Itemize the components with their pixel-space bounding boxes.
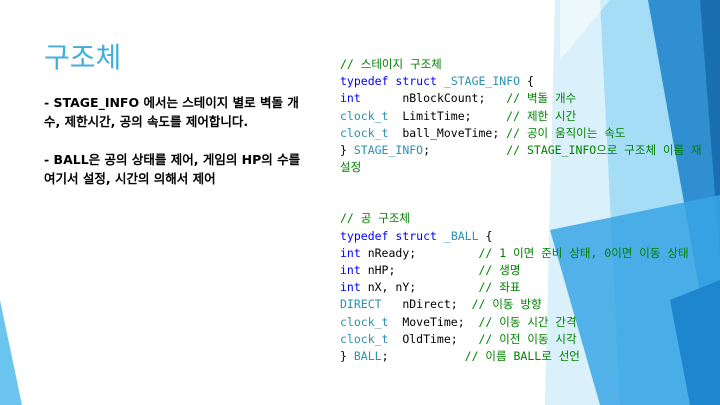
code-gap xyxy=(340,176,712,210)
code-token: _STAGE_INFO xyxy=(443,74,521,89)
code-token: _BALL xyxy=(443,228,479,243)
code-token: // 이동 시간 간격 xyxy=(478,314,577,329)
code-token: // 공 구조체 xyxy=(340,211,411,226)
code-token: // 제한 시간 xyxy=(506,108,577,123)
code-token: { xyxy=(520,74,534,89)
block1-line: } STAGE_INFO; // STAGE_INFO으로 구조체 이름 재설정 xyxy=(340,142,712,176)
code-token: int xyxy=(340,263,361,278)
block2-line: // 공 구조체 xyxy=(340,210,712,227)
code-token: // 공이 움직이는 속도 xyxy=(506,125,626,140)
block1-line: clock_t ball_MoveTime; // 공이 움직이는 속도 xyxy=(340,125,712,142)
code-token: STAGE_INFO xyxy=(353,143,424,158)
code-token: typedef xyxy=(340,74,389,89)
block1-line: typedef struct _STAGE_INFO { xyxy=(340,73,712,90)
code-token: // 생명 xyxy=(478,263,521,278)
block2-line: int nReady; // 1 이면 준비 상태, 0이면 이동 상태 xyxy=(340,245,712,262)
code-token: int xyxy=(340,91,361,106)
code-token: // 스테이지 구조체 xyxy=(340,57,442,71)
block2-line: int nX, nY; // 좌표 xyxy=(340,279,712,296)
block2-line: int nHP; // 생명 xyxy=(340,262,712,279)
bullet-ball: - BALL은 공의 상태를 제어, 게임의 HP의 수를 여기서 설정, 시간… xyxy=(44,152,301,186)
code-token: ; xyxy=(423,143,507,158)
code-token: // 벽돌 개수 xyxy=(506,91,577,106)
bullet-stage-info: - STAGE_INFO 에서는 스테이지 별로 벽돌 개수, 제한시간, 공의… xyxy=(44,95,299,129)
code-token: // 이동 방향 xyxy=(471,297,542,312)
code-token: ; xyxy=(381,349,465,364)
code-token: typedef xyxy=(340,228,389,243)
code-token: LimitTime; xyxy=(388,108,507,123)
code-token: struct xyxy=(395,74,437,89)
block1-line: int nBlockCount; // 벽돌 개수 xyxy=(340,90,712,107)
code-token: nDirect; xyxy=(381,297,472,312)
code-token: nX, nY; xyxy=(360,280,479,295)
code-block: // 스테이지 구조체 typedef struct _STAGE_INFO {i… xyxy=(340,56,712,365)
code-token: int xyxy=(340,280,361,295)
description-text: - STAGE_INFO 에서는 스테이지 별로 벽돌 개수, 제한시간, 공의… xyxy=(44,93,304,207)
code-token: OldTime; xyxy=(388,331,479,346)
block1-line: // 스테이지 구조체 xyxy=(340,56,712,73)
code-token: // 이름 BALL로 선언 xyxy=(464,349,580,364)
block1-line: clock_t LimitTime; // 제한 시간 xyxy=(340,108,712,125)
code-token: } xyxy=(340,143,354,158)
code-token: } xyxy=(340,349,354,364)
block2-line: DIRECT nDirect; // 이동 방향 xyxy=(340,296,712,313)
code-token: clock_t xyxy=(340,108,389,123)
slide-title: 구조체 xyxy=(44,41,122,74)
code-token: // 1 이면 준비 상태, 0이면 이동 상태 xyxy=(478,245,689,260)
block2-line: clock_t MoveTime; // 이동 시간 간격 xyxy=(340,314,712,331)
code-token: ball_MoveTime; xyxy=(388,125,507,140)
code-token: int xyxy=(340,245,361,260)
code-token: clock_t xyxy=(340,314,389,329)
block2-line: typedef struct _BALL { xyxy=(340,228,712,245)
block2-line: clock_t OldTime; // 이전 이동 시각 xyxy=(340,331,712,348)
left-accent-shape xyxy=(0,300,22,405)
code-token: struct xyxy=(395,228,437,243)
code-token: nBlockCount; xyxy=(360,91,507,106)
code-token: nReady; xyxy=(360,245,479,260)
code-token: DIRECT xyxy=(340,297,382,312)
block2-line: } BALL; // 이름 BALL로 선언 xyxy=(340,348,712,365)
code-token: // 좌표 xyxy=(478,280,521,295)
code-token: clock_t xyxy=(340,125,389,140)
code-token: clock_t xyxy=(340,331,389,346)
code-token: { xyxy=(478,228,493,243)
code-token: // 이전 이동 시각 xyxy=(478,331,577,346)
code-token: MoveTime; xyxy=(388,314,479,329)
code-token: BALL xyxy=(353,349,382,364)
code-token: nHP; xyxy=(360,263,479,278)
